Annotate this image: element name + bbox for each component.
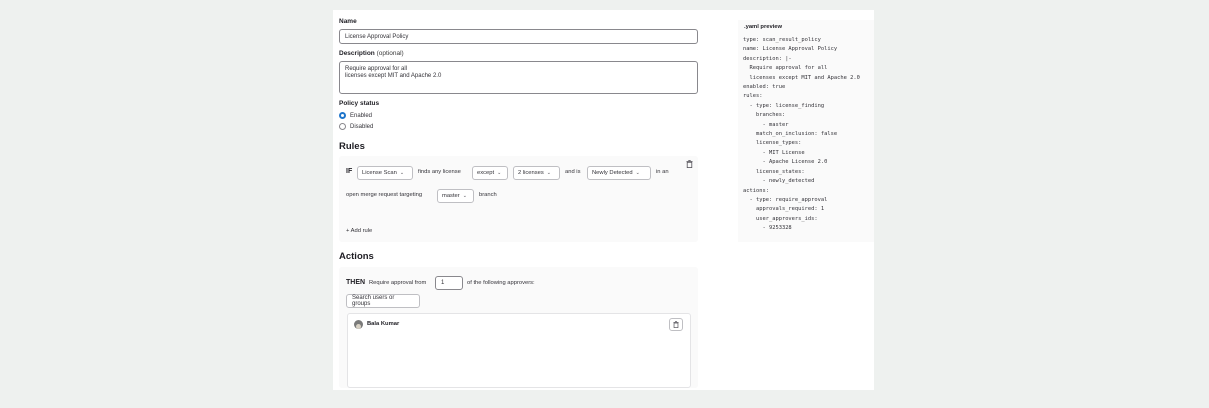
and-is-text: and is — [565, 169, 581, 175]
search-approvers-input[interactable]: Search users or groups — [346, 294, 420, 308]
status-option-enabled[interactable]: Enabled — [339, 112, 372, 119]
trash-icon — [686, 160, 693, 168]
name-input-value: License Approval Policy — [345, 33, 409, 40]
chevron-down-icon: ⌄ — [399, 170, 405, 176]
radio-disabled-label: Disabled — [350, 123, 374, 130]
name-label: Name — [339, 18, 357, 25]
in-an-text: in an — [656, 169, 669, 175]
branch-select-value: master — [442, 193, 460, 199]
radio-enabled-label: Enabled — [350, 112, 373, 119]
scanner-select-value: License Scan — [362, 170, 397, 176]
then-keyword: THEN — [346, 279, 366, 286]
delete-rule-button[interactable] — [685, 159, 694, 169]
policy-status-label: Policy status — [339, 100, 380, 107]
rules-heading: Rules — [339, 141, 365, 152]
branch-text: branch — [479, 192, 497, 198]
require-approval-text: Require approval from — [369, 280, 427, 286]
yaml-preview-code: type: scan_result_policy name: License A… — [743, 37, 860, 232]
description-optional-text: (optional) — [376, 50, 404, 57]
branch-select[interactable]: master ⌄ — [437, 189, 474, 203]
chevron-down-icon: ⌄ — [635, 170, 640, 176]
radio-enabled[interactable] — [339, 112, 346, 119]
name-input[interactable]: License Approval Policy — [339, 29, 698, 44]
if-keyword: IF — [346, 168, 353, 175]
licenses-select-value: 2 licenses — [518, 170, 544, 176]
description-label: Description (optional) — [339, 50, 404, 57]
trash-icon — [673, 321, 679, 328]
actions-heading: Actions — [339, 251, 374, 262]
yaml-preview-title: .yaml preview — [744, 24, 783, 30]
description-label-text: Description — [339, 50, 375, 57]
approvals-required-input[interactable]: 1 — [435, 276, 463, 290]
finds-text: finds any license — [418, 169, 461, 175]
match-select[interactable]: except ⌄ — [472, 166, 508, 180]
chevron-down-icon: ⌄ — [462, 193, 467, 199]
licenses-select[interactable]: 2 licenses ⌄ — [513, 166, 560, 180]
approvals-required-value: 1 — [441, 280, 445, 286]
yaml-preview-panel: .yaml preview type: scan_result_policy n… — [738, 20, 874, 242]
scanner-select[interactable]: License Scan ⌄ — [357, 166, 413, 180]
following-approvers-text: of the following approvers: — [467, 280, 535, 286]
match-select-value: except — [477, 170, 495, 176]
add-rule-button[interactable]: + Add rule — [346, 228, 372, 234]
avatar — [354, 320, 363, 329]
license-state-select-value: Newly Detected — [592, 170, 633, 176]
license-state-select[interactable]: Newly Detected ⌄ — [587, 166, 651, 180]
status-option-disabled[interactable]: Disabled — [339, 123, 373, 130]
targeting-text: open merge request targeting — [346, 192, 423, 198]
approver-name: Bala Kumar — [367, 321, 400, 327]
description-textarea[interactable]: Require approval for all licenses except… — [339, 61, 698, 94]
chevron-down-icon: ⌄ — [497, 170, 502, 176]
search-approvers-placeholder: Search users or groups — [352, 295, 395, 307]
radio-disabled[interactable] — [339, 123, 346, 130]
chevron-down-icon: ⌄ — [546, 170, 551, 176]
remove-approver-button[interactable] — [669, 318, 683, 331]
